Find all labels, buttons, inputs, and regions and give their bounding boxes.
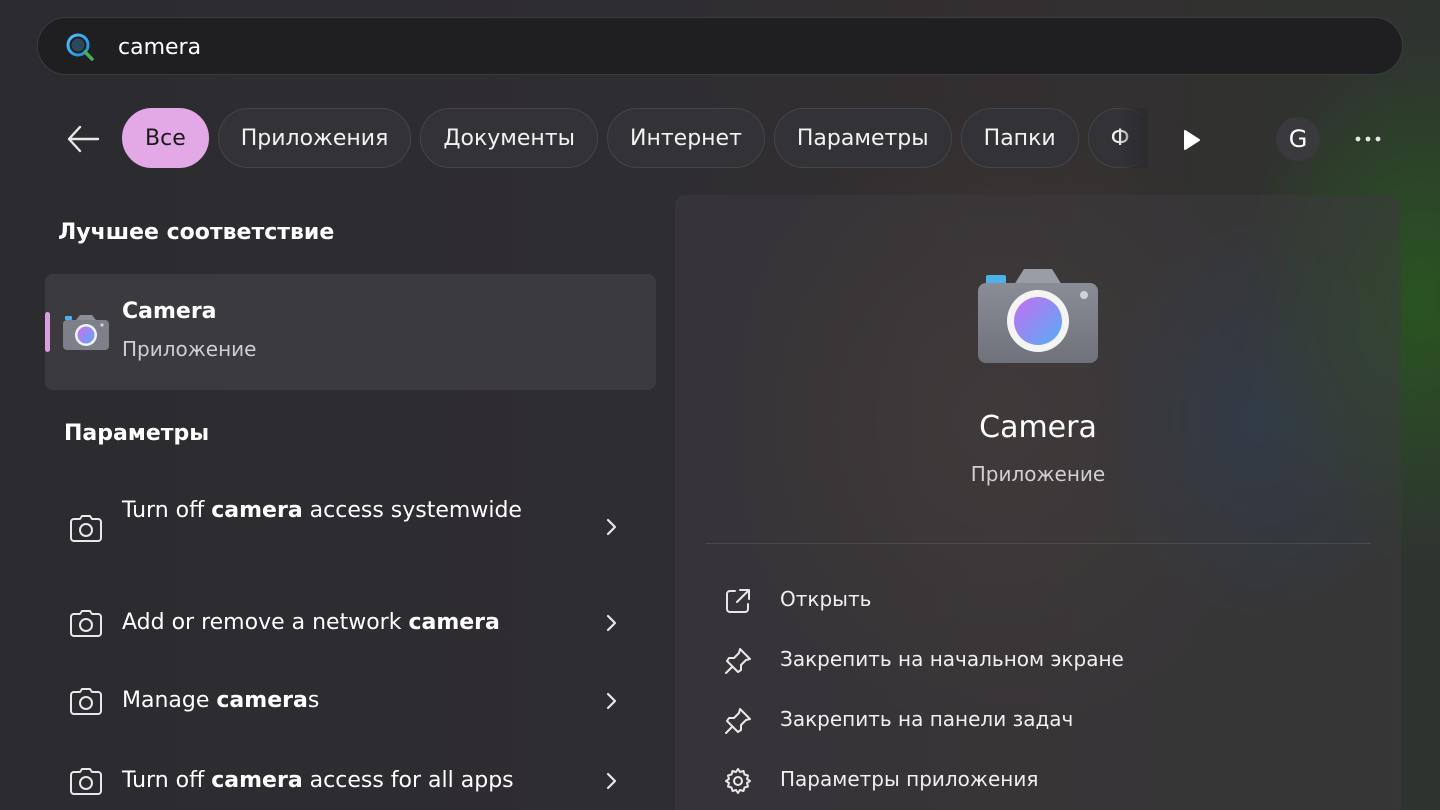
label-text: Manage — [122, 688, 217, 713]
settings-result-label: Manage cameras — [122, 682, 592, 720]
camera-app-icon — [978, 269, 1098, 363]
settings-result[interactable]: Manage cameras — [45, 670, 656, 746]
settings-result-label: Turn off camera access systemwide — [122, 492, 592, 530]
best-match-result[interactable]: Camera Приложение — [45, 274, 656, 390]
selection-indicator — [45, 312, 50, 352]
filter-chip[interactable]: Все — [122, 108, 209, 168]
label-highlight: camera — [408, 610, 500, 635]
detail-subtitle: Приложение — [970, 462, 1106, 486]
filter-chip[interactable]: Интернет — [607, 108, 765, 168]
settings-result[interactable]: Add or remove a network camera — [45, 592, 656, 668]
best-match-subtitle: Приложение — [122, 337, 257, 361]
search-input[interactable] — [118, 26, 1318, 68]
chips-fade — [1118, 108, 1148, 168]
filter-chips: Все Приложения Документы Интернет Параметры П… — [122, 108, 1146, 168]
pin-icon — [725, 648, 751, 674]
label-highlight: camera — [211, 768, 303, 793]
avatar[interactable]: G — [1276, 117, 1320, 161]
camera-icon — [70, 768, 102, 795]
label-highlight: camera — [216, 688, 308, 713]
settings-result-label: Add or remove a network camera — [122, 604, 592, 642]
back-button[interactable] — [62, 118, 104, 160]
label-text: s — [307, 688, 320, 713]
action-pin-taskbar[interactable]: Закрепить на панели задач — [723, 700, 1363, 740]
filter-chip[interactable]: Папки — [960, 108, 1079, 168]
action-label: Открыть — [780, 587, 872, 611]
label-text: Turn off — [122, 498, 212, 523]
action-pin-start[interactable]: Закрепить на начальном экране — [723, 640, 1363, 680]
filter-chip[interactable]: Параметры — [773, 108, 952, 168]
filter-chip[interactable]: Документы — [420, 108, 598, 168]
camera-app-icon — [63, 315, 109, 350]
settings-heading: Параметры — [64, 421, 210, 446]
settings-result[interactable]: Turn off camera access systemwide — [45, 480, 656, 556]
label-text: Turn off — [122, 768, 212, 793]
chevron-right-icon — [606, 614, 617, 632]
scroll-chips-button[interactable] — [1172, 120, 1212, 160]
best-match-heading: Лучшее соответствие — [58, 220, 335, 245]
gear-icon — [725, 768, 751, 794]
label-text: access for all apps — [302, 768, 514, 793]
more-options-button[interactable] — [1346, 118, 1390, 160]
label-highlight: camera — [211, 498, 303, 523]
action-label: Закрепить на панели задач — [780, 707, 1074, 731]
label-text: Add or remove a network — [122, 610, 409, 635]
chevron-right-icon — [606, 518, 617, 536]
chevron-right-icon — [606, 692, 617, 710]
search-icon — [66, 33, 94, 61]
action-label: Параметры приложения — [780, 767, 1039, 791]
play-arrow-icon — [1184, 130, 1200, 150]
action-label: Закрепить на начальном экране — [780, 647, 1124, 671]
more-horizontal-icon — [1355, 136, 1381, 142]
settings-result-label: Turn off camera access for all apps — [122, 762, 592, 800]
divider — [705, 543, 1371, 544]
filter-chip[interactable]: Приложения — [217, 108, 412, 168]
pin-icon — [725, 708, 751, 734]
camera-icon — [70, 610, 102, 637]
chevron-right-icon — [606, 772, 617, 790]
best-match-title: Camera — [122, 299, 217, 324]
camera-icon — [70, 688, 102, 715]
back-arrow-icon — [67, 125, 100, 153]
search-bar[interactable] — [37, 17, 1403, 75]
label-text: access systemwide — [302, 498, 522, 523]
avatar-letter: G — [1288, 125, 1308, 153]
action-open[interactable]: Открыть — [723, 580, 1363, 620]
camera-icon — [70, 515, 102, 542]
detail-panel: Camera Приложение Открыть Закрепить на н… — [675, 195, 1401, 810]
open-external-icon — [726, 589, 750, 613]
action-app-settings[interactable]: Параметры приложения — [723, 760, 1363, 800]
settings-result[interactable]: Turn off camera access for all apps — [45, 750, 656, 810]
detail-title: Camera — [979, 410, 1097, 445]
